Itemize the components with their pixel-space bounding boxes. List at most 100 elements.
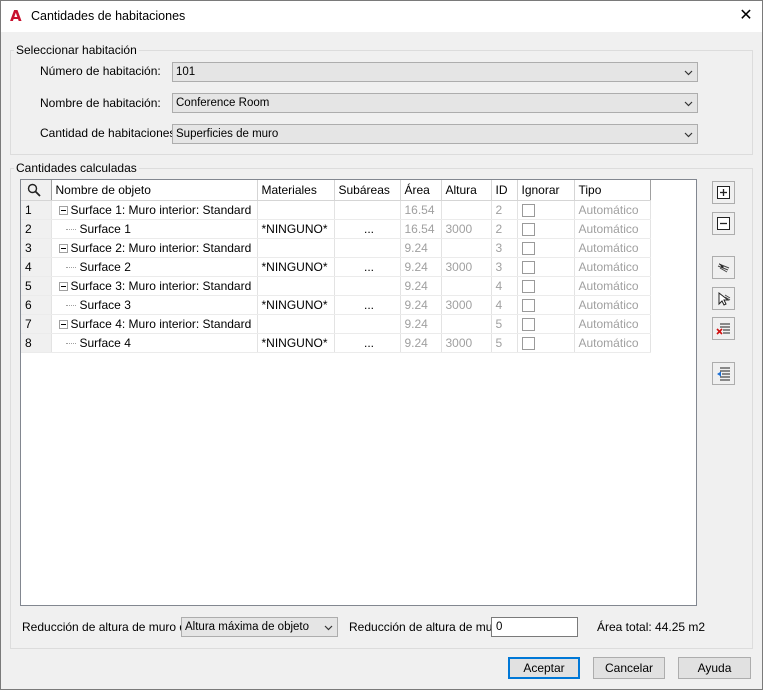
ignore-checkbox[interactable] [521, 279, 535, 293]
column-header-type[interactable]: Tipo [574, 180, 651, 201]
table-row[interactable]: 1 Surface 1: Muro interior: Standard 16.54… [21, 200, 651, 220]
ignore-checkbox[interactable] [521, 222, 535, 236]
wall-height-reduction-input[interactable]: 0 [491, 617, 578, 637]
chevron-down-icon [324, 625, 333, 631]
row-number[interactable]: 7 [21, 314, 52, 334]
table-row[interactable]: 7 Surface 4: Muro interior: Standard 9.24 5… [21, 314, 651, 334]
table-row[interactable]: 5 Surface 3: Muro interior: Standard 9.24 4… [21, 276, 651, 296]
room-number-value: 101 [176, 66, 196, 78]
ignore-cell [517, 200, 575, 220]
room-quantity-combo[interactable]: Superficies de muro [172, 124, 698, 144]
material-cell[interactable] [257, 238, 335, 258]
subareas-cell[interactable]: ... [334, 219, 401, 239]
object-name-cell[interactable]: Surface 1 [51, 219, 258, 239]
ignore-checkbox[interactable] [521, 336, 535, 350]
area-cell: 9.24 [400, 314, 442, 334]
table-header-row: Nombre de objeto Materiales Subáreas Áre… [21, 180, 651, 201]
collapse-icon[interactable] [58, 319, 68, 329]
table-row[interactable]: 2 Surface 1 *NINGUNO*... 16.54 3000 2 Automáti… [21, 219, 651, 239]
subareas-cell[interactable] [334, 276, 401, 296]
material-cell[interactable] [257, 200, 335, 220]
object-name-cell[interactable]: Surface 3: Muro interior: Standard [51, 276, 258, 296]
material-cell[interactable]: *NINGUNO* [257, 257, 335, 277]
row-number[interactable]: 5 [21, 276, 52, 296]
help-button[interactable]: Ayuda [678, 657, 751, 679]
type-cell: Automático [574, 333, 651, 353]
material-cell[interactable] [257, 276, 335, 296]
grid-search-button[interactable] [21, 180, 52, 201]
row-number[interactable]: 2 [21, 219, 52, 239]
column-header-id[interactable]: ID [491, 180, 518, 201]
subareas-cell[interactable]: ... [334, 295, 401, 315]
collapse-icon[interactable] [58, 243, 68, 253]
table-row[interactable]: 4 Surface 2 *NINGUNO*... 9.24 3000 3 Automátic… [21, 257, 651, 277]
id-cell: 5 [491, 314, 518, 334]
add-row-button[interactable] [712, 181, 735, 204]
object-name-cell[interactable]: Surface 4: Muro interior: Standard [51, 314, 258, 334]
table-row[interactable]: 3 Surface 2: Muro interior: Standard 9.24 3… [21, 238, 651, 258]
column-header-area[interactable]: Área [400, 180, 442, 201]
tree-connector-icon [65, 266, 76, 268]
area-cell: 9.24 [400, 295, 442, 315]
collapse-icon[interactable] [58, 205, 68, 215]
delete-list-button[interactable] [712, 317, 735, 340]
column-header-object-name[interactable]: Nombre de objeto [51, 180, 258, 201]
object-name-cell[interactable]: Surface 2 [51, 257, 258, 277]
material-cell[interactable]: *NINGUNO* [257, 295, 335, 315]
row-number[interactable]: 4 [21, 257, 52, 277]
table-row[interactable]: 8 Surface 4 *NINGUNO*... 9.24 3000 5 Automátic… [21, 333, 651, 353]
row-number[interactable]: 1 [21, 200, 52, 220]
height-cell [441, 276, 492, 296]
material-cell[interactable] [257, 314, 335, 334]
window-title: Cantidades de habitaciones [31, 9, 186, 23]
type-cell: Automático [574, 200, 651, 220]
cancel-button[interactable]: Cancelar [593, 657, 665, 679]
column-header-ignore[interactable]: Ignorar [517, 180, 575, 201]
ignore-checkbox[interactable] [521, 298, 535, 312]
material-cell[interactable]: *NINGUNO* [257, 219, 335, 239]
row-number[interactable]: 6 [21, 295, 52, 315]
ignore-cell [517, 238, 575, 258]
select-objects-button[interactable] [712, 256, 735, 279]
import-list-button[interactable] [712, 362, 735, 385]
room-name-combo[interactable]: Conference Room [172, 93, 698, 113]
ignore-checkbox[interactable] [521, 203, 535, 217]
ignore-checkbox[interactable] [521, 317, 535, 331]
column-header-height[interactable]: Altura [441, 180, 492, 201]
import-list-icon [717, 367, 730, 381]
wall-height-reduction-from-combo[interactable]: Altura máxima de objeto [181, 617, 338, 637]
row-number[interactable]: 8 [21, 333, 52, 353]
chevron-down-icon [684, 70, 693, 76]
pick-objects-button[interactable] [712, 287, 735, 310]
column-header-subareas[interactable]: Subáreas [334, 180, 401, 201]
object-name: Surface 3 [79, 297, 131, 312]
area-cell: 9.24 [400, 276, 442, 296]
material-cell[interactable]: *NINGUNO* [257, 333, 335, 353]
object-name-cell[interactable]: Surface 3 [51, 295, 258, 315]
height-cell: 3000 [441, 257, 492, 277]
column-header-materials[interactable]: Materiales [257, 180, 335, 201]
room-number-combo[interactable]: 101 [172, 62, 698, 82]
subareas-cell[interactable] [334, 200, 401, 220]
accept-button[interactable]: Aceptar [508, 657, 580, 679]
subareas-cell[interactable] [334, 314, 401, 334]
quantities-grid[interactable]: Nombre de objeto Materiales Subáreas Áre… [20, 179, 697, 606]
collapse-icon[interactable] [58, 281, 68, 291]
object-name-cell[interactable]: Surface 4 [51, 333, 258, 353]
ignore-checkbox[interactable] [521, 260, 535, 274]
id-cell: 4 [491, 276, 518, 296]
remove-row-button[interactable] [712, 212, 735, 235]
wall-height-reduction-from-value: Altura máxima de objeto [185, 621, 310, 633]
object-name-cell[interactable]: Surface 1: Muro interior: Standard [51, 200, 258, 220]
height-cell [441, 200, 492, 220]
subareas-cell[interactable]: ... [334, 333, 401, 353]
table-row[interactable]: 6 Surface 3 *NINGUNO*... 9.24 3000 4 Automátic… [21, 295, 651, 315]
object-name-cell[interactable]: Surface 2: Muro interior: Standard [51, 238, 258, 258]
object-name: Surface 2: Muro interior: Standard [70, 240, 252, 255]
subareas-cell[interactable] [334, 238, 401, 258]
close-icon[interactable]: ✕ [732, 5, 760, 27]
ignore-checkbox[interactable] [521, 241, 535, 255]
subareas-cell[interactable]: ... [334, 257, 401, 277]
row-number[interactable]: 3 [21, 238, 52, 258]
room-number-label: Número de habitación: [40, 64, 161, 78]
